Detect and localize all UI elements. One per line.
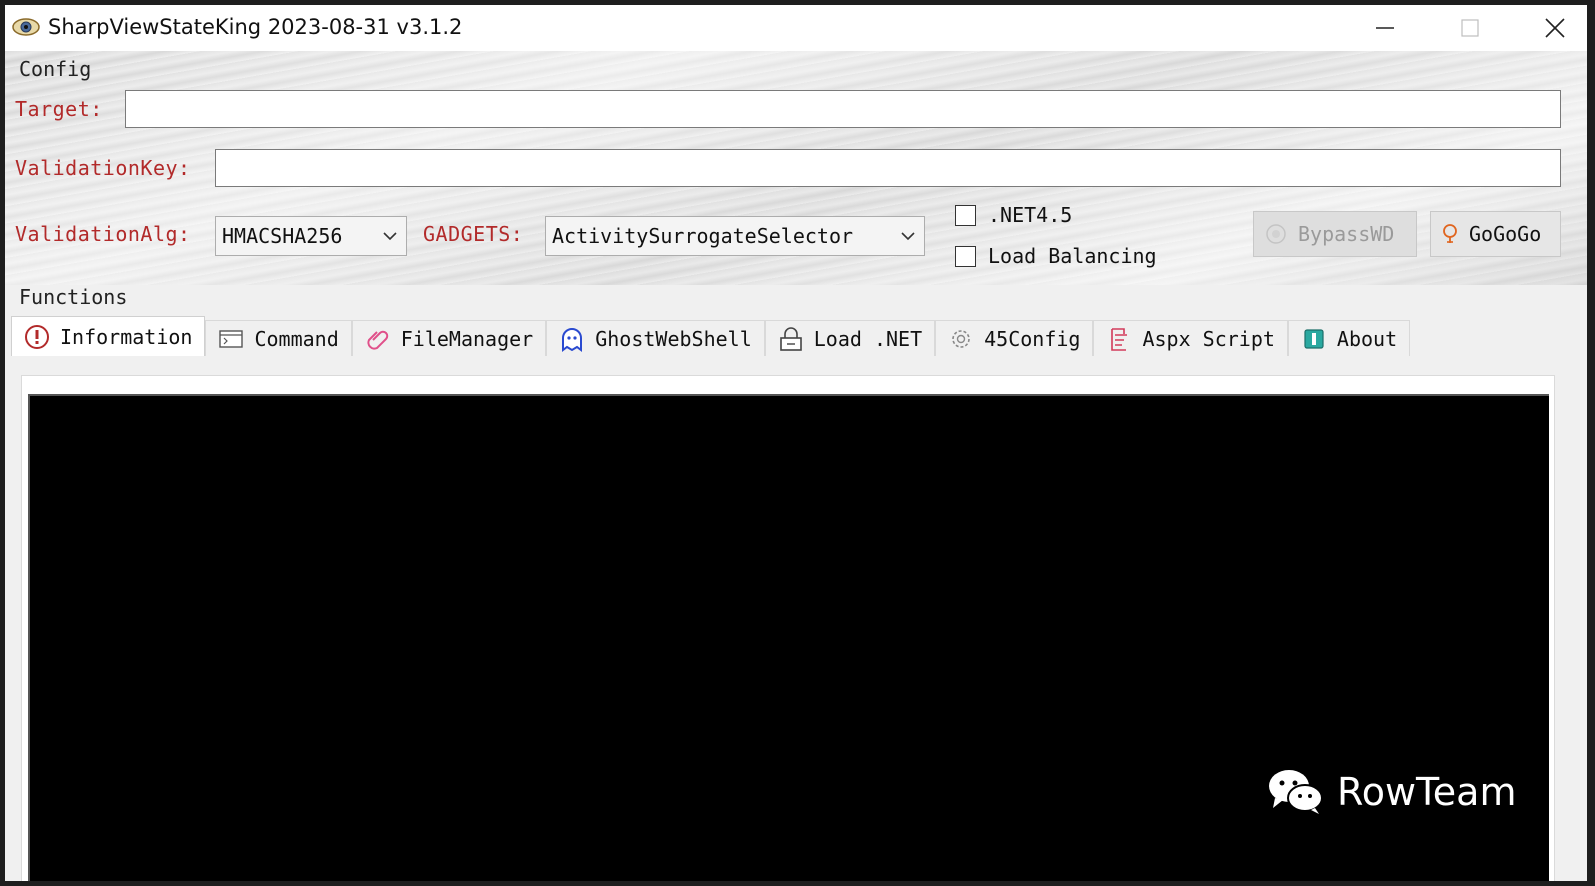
- net45-label: .NET4.5: [988, 203, 1073, 227]
- tab-filemanager[interactable]: FileManager: [351, 320, 547, 356]
- script-icon: [1106, 326, 1132, 352]
- tab-about-label: About: [1336, 326, 1398, 351]
- tab-filemanager-label: FileManager: [400, 326, 534, 351]
- tab-45config-label: 45Config: [984, 326, 1081, 351]
- load-balancing-checkbox-box[interactable]: [955, 245, 976, 267]
- functions-panel: Functions Information Command FileManage…: [5, 285, 1587, 881]
- title-bar: SharpViewStateKing 2023-08-31 v3.1.2: [5, 5, 1587, 51]
- close-icon: [1545, 18, 1565, 38]
- tab-aspx-script[interactable]: Aspx Script: [1093, 320, 1288, 356]
- lock-icon: [778, 326, 804, 352]
- gadgets-select[interactable]: ActivitySurrogateSelector: [545, 216, 925, 256]
- ghost-icon: [559, 326, 585, 352]
- terminal-icon: [218, 326, 244, 352]
- net45-checkbox-box[interactable]: [955, 204, 976, 226]
- wechat-icon: [1269, 770, 1323, 814]
- bypass-shield-icon: [1266, 224, 1286, 244]
- validation-alg-value: HMACSHA256: [222, 224, 343, 248]
- load-balancing-label: Load Balancing: [988, 244, 1157, 268]
- bypasswd-button[interactable]: BypassWD: [1253, 211, 1417, 257]
- maximize-button[interactable]: [1430, 5, 1510, 51]
- minimize-icon: [1376, 27, 1394, 29]
- validation-key-label: ValidationKey:: [15, 156, 191, 180]
- lightbulb-icon: [1443, 224, 1457, 243]
- target-input[interactable]: [125, 90, 1561, 128]
- functions-group-title: Functions: [19, 285, 128, 309]
- bypasswd-label: BypassWD: [1298, 222, 1395, 246]
- watermark-text: RowTeam: [1337, 770, 1517, 814]
- chevron-down-icon: [383, 232, 397, 241]
- tab-load-net-label: Load .NET: [813, 326, 923, 351]
- tab-ghostwebshell-label: GhostWebShell: [595, 326, 752, 351]
- info-icon: [24, 324, 50, 350]
- maximize-icon: [1461, 19, 1479, 37]
- tab-aspx-script-label: Aspx Script: [1142, 326, 1275, 351]
- chevron-down-icon: [901, 232, 915, 241]
- tab-information-label: Information: [60, 324, 193, 349]
- net45-checkbox[interactable]: .NET4.5: [955, 203, 1072, 227]
- tab-load-net[interactable]: Load .NET: [764, 320, 936, 356]
- tab-about[interactable]: About: [1287, 320, 1411, 356]
- validation-key-input[interactable]: [215, 149, 1561, 187]
- config-group-title: Config: [19, 57, 92, 81]
- app-window: SharpViewStateKing 2023-08-31 v3.1.2 Con…: [5, 5, 1587, 881]
- gogogo-label: GoGoGo: [1469, 222, 1542, 246]
- gear-icon: [948, 326, 974, 352]
- tab-information[interactable]: Information: [11, 316, 206, 356]
- close-button[interactable]: [1515, 5, 1587, 51]
- function-tabs: Information Command FileManager GhostWeb…: [11, 316, 1411, 356]
- paperclip-icon: [365, 326, 391, 352]
- gadgets-label: GADGETS:: [423, 222, 524, 246]
- tab-command-label: Command: [254, 326, 339, 351]
- tab-45config[interactable]: 45Config: [935, 320, 1094, 356]
- tab-command[interactable]: Command: [205, 320, 352, 356]
- validation-alg-label: ValidationAlg:: [15, 222, 191, 246]
- gogogo-button[interactable]: GoGoGo: [1430, 211, 1561, 257]
- book-icon: [1301, 326, 1327, 352]
- tab-ghostwebshell[interactable]: GhostWebShell: [546, 320, 765, 356]
- app-eye-icon: [11, 15, 41, 39]
- minimize-button[interactable]: [1345, 5, 1425, 51]
- gadgets-value: ActivitySurrogateSelector: [552, 224, 854, 248]
- load-balancing-checkbox[interactable]: Load Balancing: [955, 244, 1157, 268]
- target-label: Target:: [15, 97, 103, 121]
- watermark: RowTeam: [1267, 768, 1516, 816]
- validation-alg-select[interactable]: HMACSHA256: [215, 216, 407, 256]
- config-panel: Config Target: ValidationKey: Validation…: [5, 51, 1587, 285]
- window-title: SharpViewStateKing 2023-08-31 v3.1.2: [48, 15, 463, 39]
